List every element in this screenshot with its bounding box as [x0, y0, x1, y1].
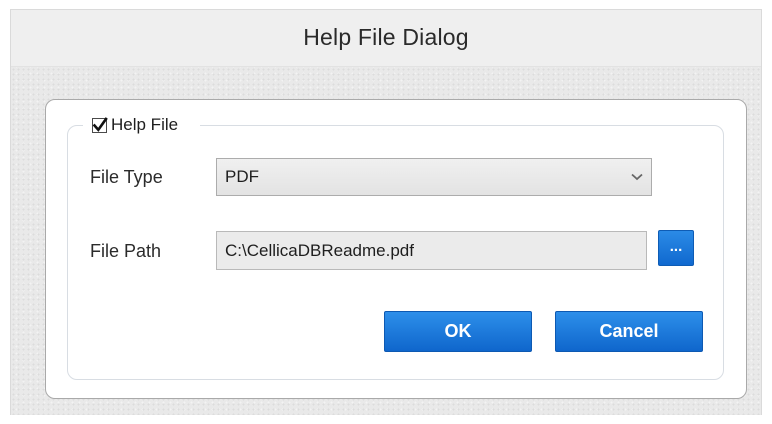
dialog-title: Help File Dialog	[303, 24, 469, 50]
ok-button[interactable]: OK	[384, 311, 532, 352]
file-type-value: PDF	[225, 167, 259, 186]
browse-button[interactable]: ...	[658, 230, 694, 266]
dialog-body: Help File File Type PDF File Path ... OK…	[11, 67, 761, 415]
file-path-input[interactable]	[216, 231, 647, 270]
chevron-down-icon[interactable]	[623, 159, 651, 195]
content-panel: Help File File Type PDF File Path ... OK…	[45, 99, 747, 399]
title-bar[interactable]: Help File Dialog	[11, 10, 761, 67]
file-path-label: File Path	[90, 241, 162, 261]
file-type-select[interactable]: PDF	[216, 158, 652, 196]
help-file-dialog: Help File Dialog Help File File Type PDF	[10, 9, 762, 415]
help-file-label: Help File	[111, 115, 179, 134]
help-file-toggle[interactable]: Help File	[83, 112, 201, 138]
help-file-checkbox[interactable]	[92, 116, 108, 133]
file-type-label: File Type	[90, 167, 163, 187]
cancel-button[interactable]: Cancel	[555, 311, 703, 352]
checkmark-icon	[92, 116, 108, 132]
